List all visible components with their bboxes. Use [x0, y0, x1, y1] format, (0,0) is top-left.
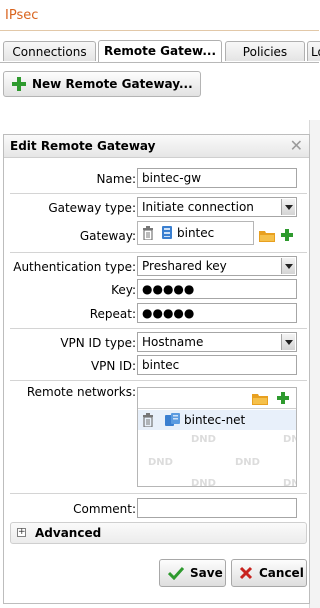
- gateway-selector[interactable]: bintec: [137, 221, 254, 245]
- separator: [10, 380, 307, 381]
- dnd-watermark: DND: [235, 457, 260, 468]
- panel-title: Edit Remote Gateway: [10, 139, 156, 153]
- tab-bar: Connections Remote Gatew... Policies Lo: [0, 38, 320, 63]
- save-label: Save: [190, 566, 223, 580]
- separator: [10, 493, 307, 494]
- server-icon: [162, 226, 172, 239]
- folder-icon[interactable]: [259, 229, 275, 242]
- save-button[interactable]: Save: [159, 559, 226, 587]
- separator: [10, 252, 307, 253]
- folder-icon[interactable]: [252, 392, 268, 405]
- top-bar: IPsec: [0, 0, 319, 31]
- plus-icon[interactable]: [281, 229, 293, 241]
- repeat-label: Repeat:: [89, 307, 136, 321]
- chevron-down-icon: [281, 334, 295, 350]
- list-item[interactable]: bintec-net: [138, 410, 296, 430]
- close-icon[interactable]: ✕: [290, 136, 303, 155]
- gateway-label: Gateway:: [79, 229, 136, 243]
- panel-header: Edit Remote Gateway ✕: [4, 135, 309, 158]
- name-label: Name:: [96, 172, 136, 186]
- vpn-id-type-select[interactable]: Hostname: [137, 332, 297, 352]
- repeat-key-input[interactable]: ●●●●●: [137, 303, 297, 323]
- gateway-type-value: Initiate connection: [142, 200, 254, 214]
- dnd-watermark: DND: [283, 478, 296, 487]
- gateway-value: bintec: [177, 226, 215, 240]
- vpn-id-type-label: VPN ID type:: [60, 336, 136, 350]
- checkmark-icon: [168, 566, 184, 580]
- chevron-down-icon: [281, 258, 295, 274]
- remote-networks-list[interactable]: bintec-net DND DND DND DND DND DND: [137, 387, 297, 487]
- remote-networks-label: Remote networks:: [26, 385, 136, 399]
- authentication-type-label: Authentication type:: [13, 260, 136, 274]
- advanced-label: Advanced: [35, 526, 102, 540]
- trash-icon[interactable]: [142, 226, 154, 240]
- tab-policies[interactable]: Policies: [225, 41, 305, 61]
- separator: [10, 193, 307, 194]
- advanced-section-toggle[interactable]: + Advanced: [10, 522, 307, 544]
- expand-icon[interactable]: +: [17, 528, 26, 537]
- dnd-watermark: DND: [283, 434, 296, 445]
- trash-icon[interactable]: [142, 413, 154, 427]
- gateway-type-select[interactable]: Initiate connection: [137, 197, 297, 217]
- name-input[interactable]: bintec-gw: [137, 168, 297, 188]
- comment-label: Comment:: [73, 502, 136, 516]
- separator: [10, 328, 307, 329]
- vpn-id-label: VPN ID:: [90, 359, 136, 373]
- new-remote-gateway-button[interactable]: New Remote Gateway...: [3, 71, 201, 97]
- network-icon: [165, 413, 180, 426]
- dnd-watermark: DND: [191, 434, 216, 445]
- dnd-watermark: DND: [148, 457, 173, 468]
- remote-networks-toolbar: [138, 388, 296, 409]
- key-input[interactable]: ●●●●●: [137, 279, 297, 299]
- app-title: IPsec: [5, 8, 39, 23]
- vpn-id-input[interactable]: bintec: [137, 355, 297, 375]
- cancel-label: Cancel: [259, 566, 304, 580]
- cross-icon: [239, 566, 253, 580]
- key-label: Key:: [111, 283, 136, 297]
- new-remote-gateway-label: New Remote Gateway...: [32, 77, 193, 91]
- vpn-id-type-value: Hostname: [142, 335, 204, 349]
- plus-icon: [12, 77, 26, 91]
- edit-remote-gateway-panel: Edit Remote Gateway ✕ Name: bintec-gw Ga…: [3, 134, 310, 604]
- tab-logs[interactable]: Lo: [307, 41, 320, 61]
- tab-remote-gateways[interactable]: Remote Gatew...: [98, 40, 222, 62]
- authentication-type-select[interactable]: Preshared key: [137, 256, 297, 276]
- authentication-type-value: Preshared key: [142, 259, 227, 273]
- dnd-watermark: DND: [191, 478, 216, 487]
- comment-input[interactable]: [137, 498, 297, 518]
- chevron-down-icon: [281, 199, 295, 215]
- tab-connections[interactable]: Connections: [3, 41, 96, 61]
- scroll-strip: [309, 120, 320, 608]
- cancel-button[interactable]: Cancel: [231, 559, 307, 587]
- gateway-type-label: Gateway type:: [48, 201, 136, 215]
- remote-network-name: bintec-net: [184, 413, 246, 427]
- plus-icon[interactable]: [277, 392, 289, 404]
